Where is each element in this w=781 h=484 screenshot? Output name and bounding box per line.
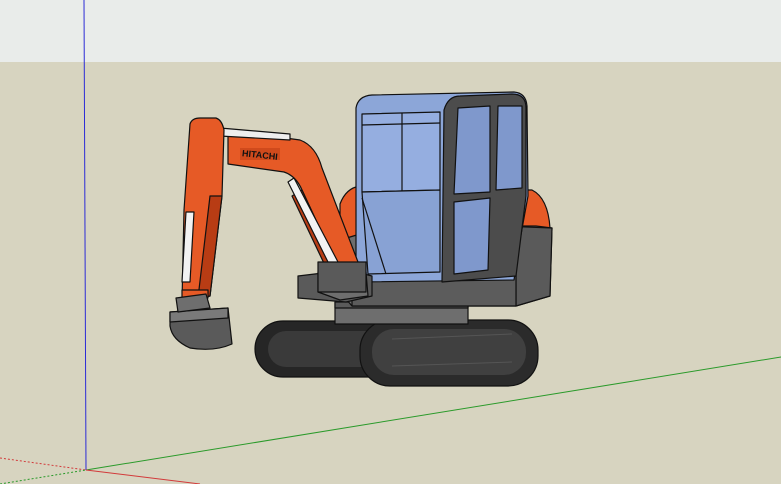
- sky-background: [0, 0, 781, 62]
- cab-side-window-lower: [453, 197, 491, 275]
- cab-side-window-upper: [453, 105, 491, 195]
- right-track: [359, 319, 539, 387]
- model-viewport[interactable]: HITACHI: [0, 0, 781, 484]
- cab-side-window-rear: [495, 105, 523, 191]
- boom-pivot: [317, 261, 367, 293]
